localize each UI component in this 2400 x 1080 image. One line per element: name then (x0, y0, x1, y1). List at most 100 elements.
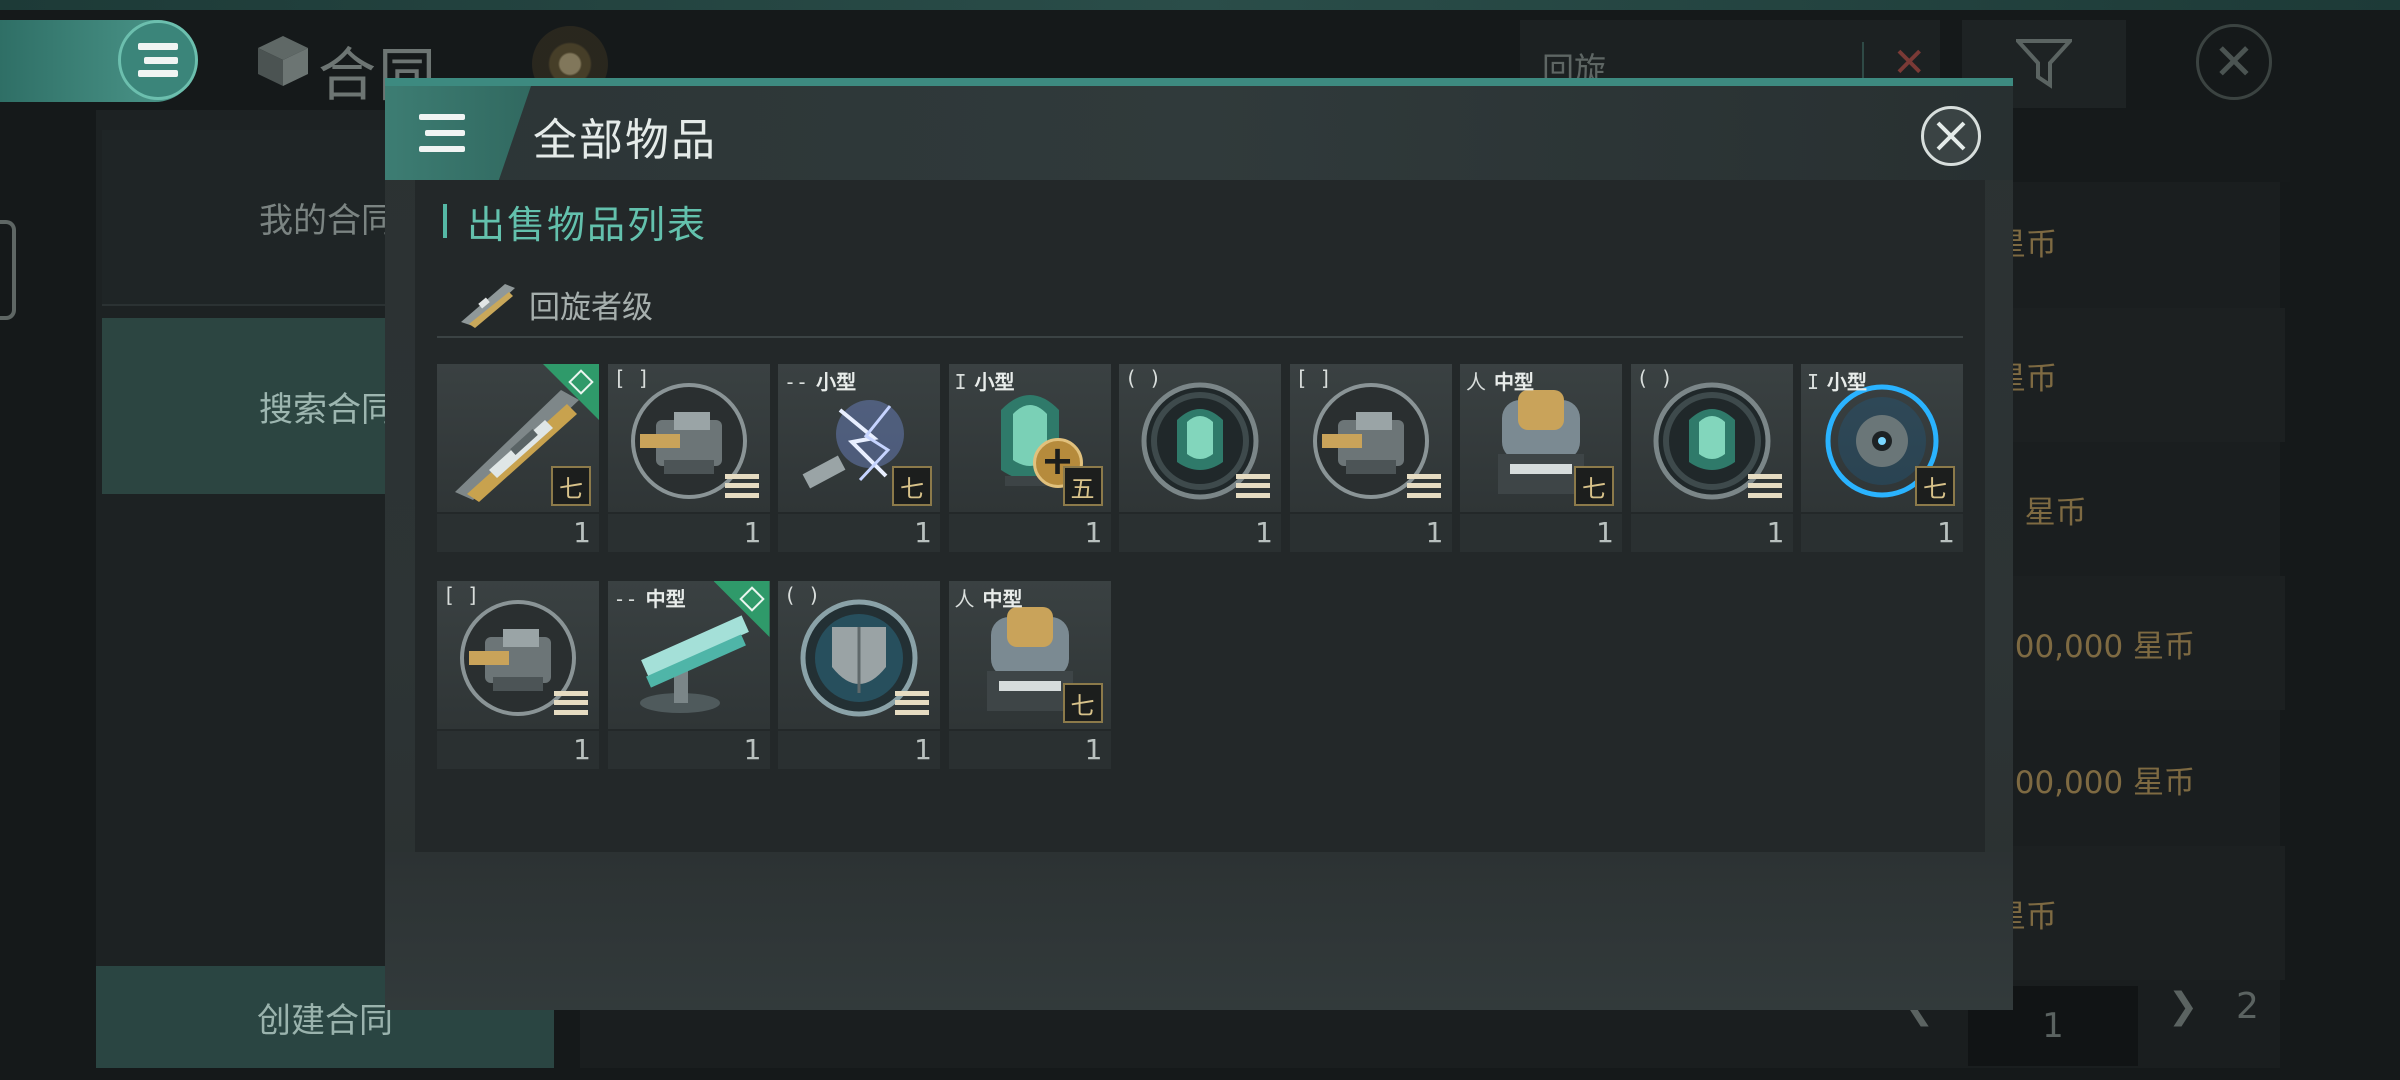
item-card: [ ] (607, 364, 770, 512)
item-card: 人中型七 (948, 581, 1111, 729)
price-cell: 0 星币 (1995, 494, 2087, 531)
item-size: 小型 (816, 370, 857, 394)
item-slot[interactable]: ( ) 1 (1119, 364, 1281, 554)
slot-glyph: I (954, 370, 967, 394)
item-type-tag: 人中型 (1466, 366, 1534, 395)
price-cell: 000,000 星币 (1995, 576, 2285, 710)
item-slot[interactable]: [ ] 1 (437, 581, 599, 771)
background-close-icon[interactable]: ✕ (2196, 24, 2272, 100)
modal-title: 全部物品 (533, 115, 717, 166)
tier-badge: 七 (1062, 683, 1103, 723)
item-card: -- 中型 (607, 581, 770, 729)
item-type-tag: -- 小型 (784, 366, 856, 395)
section-accent-bar (443, 204, 447, 238)
item-type-tag: 人中型 (955, 583, 1023, 612)
item-quantity: 1 (1630, 514, 1793, 552)
tier-badge: 七 (892, 466, 932, 506)
item-slot[interactable]: + I 小型五 1 (948, 364, 1111, 554)
item-slot[interactable]: [ ] 1 (607, 364, 770, 554)
item-quantity: 1 (778, 514, 940, 552)
item-type-tag: I 小型 (1807, 366, 1867, 395)
tier-rank-icon (1745, 466, 1785, 506)
item-size: 小型 (974, 370, 1015, 394)
close-icon[interactable] (1921, 106, 1981, 166)
tier-rank-icon (892, 683, 932, 723)
cube-icon (258, 36, 308, 86)
slot-glyph: I (1807, 370, 1820, 394)
slot-glyph: [ ] (613, 366, 650, 390)
item-slot[interactable]: ( ) 1 (1630, 364, 1793, 554)
section-title: 出售物品列表 (467, 203, 708, 247)
slot-glyph: ( ) (1636, 366, 1673, 390)
tier-rank-icon (551, 683, 591, 723)
side-drawer-handle[interactable] (0, 220, 16, 320)
slot-glyph: ( ) (1125, 366, 1162, 390)
item-card: I 小型七 (1801, 364, 1963, 512)
price-cell: 星币 (1995, 308, 2285, 442)
item-card: 人中型七 (1460, 364, 1622, 512)
slot-glyph: ( ) (784, 583, 821, 607)
all-items-modal: 全部物品 出售物品列表 回旋者级 七 1[ ] 1 -- 小型七 1 + I 小型五 1( ) 1[… (385, 78, 2013, 1010)
total-pages: 2 (2236, 986, 2259, 1027)
item-type-tag: I 小型 (955, 366, 1015, 395)
next-page-icon[interactable]: ❯ (2168, 986, 2198, 1027)
item-card: ( ) (1119, 364, 1281, 512)
ship-name: 回旋者级 (529, 290, 653, 326)
item-quantity: 1 (437, 514, 599, 552)
item-type-tag: -- 中型 (614, 583, 686, 612)
item-quantity: 1 (607, 731, 770, 769)
item-quantity: 1 (1460, 514, 1622, 552)
price-cell: 星币 (1995, 226, 2057, 263)
item-card: 七 (437, 364, 599, 512)
slot-glyph: [ ] (443, 583, 480, 607)
item-slot[interactable]: 人中型七 1 (948, 581, 1111, 771)
item-card: [ ] (437, 581, 599, 729)
items-panel: 出售物品列表 回旋者级 七 1[ ] 1 -- 小型七 1 + I 小型五 1( ) 1[ ] 1 人中… (415, 180, 1985, 852)
item-card: ( ) (1630, 364, 1793, 512)
divider (437, 336, 1963, 338)
item-size: 中型 (645, 587, 686, 611)
item-size: 中型 (982, 587, 1023, 611)
item-type-tag: ( ) (1637, 366, 1681, 390)
item-slot[interactable]: [ ] 1 (1289, 364, 1452, 554)
tier-badge: 五 (1062, 466, 1103, 506)
slot-glyph: 人 (954, 587, 975, 611)
item-type-tag: [ ] (443, 583, 487, 607)
item-size: 中型 (1494, 370, 1534, 394)
tier-rank-icon (722, 466, 762, 506)
ship-icon (461, 284, 515, 328)
slot-glyph: -- (784, 370, 809, 394)
slot-glyph: -- (613, 587, 638, 611)
item-slot[interactable]: -- 中型 1 (607, 581, 770, 771)
tier-badge: 七 (1574, 466, 1614, 506)
item-size: 小型 (1827, 370, 1868, 394)
tier-rank-icon (1404, 466, 1444, 506)
item-slot[interactable]: ( ) 1 (778, 581, 940, 771)
filter-icon (2016, 39, 2072, 89)
item-slot[interactable]: -- 小型七 1 (778, 364, 940, 554)
menu-icon (419, 114, 465, 152)
item-card: [ ] (1289, 364, 1452, 512)
item-card: + I 小型五 (948, 364, 1111, 512)
price-cell: 星币 (1995, 846, 2285, 980)
item-type-tag: [ ] (1296, 366, 1340, 390)
price-cell: 000,000 星币 (1995, 764, 2196, 801)
item-quantity: 1 (1289, 514, 1452, 552)
tier-badge: 七 (1915, 466, 1955, 506)
item-quantity: 1 (437, 731, 599, 769)
slot-glyph: 人 (1466, 370, 1486, 394)
item-quantity: 1 (1119, 514, 1281, 552)
tier-badge: 七 (551, 466, 591, 506)
item-quantity: 1 (1801, 514, 1963, 552)
item-quantity: 1 (607, 514, 770, 552)
menu-icon (138, 43, 178, 77)
item-quantity: 1 (948, 731, 1111, 769)
item-slot[interactable]: I 小型七 1 (1801, 364, 1963, 554)
price-column-header (1990, 110, 2290, 182)
item-slot[interactable]: 七1 (437, 364, 599, 554)
item-card: ( ) (778, 581, 940, 729)
item-slot[interactable]: 人中型七 1 (1460, 364, 1622, 554)
main-menu-button[interactable] (118, 20, 198, 100)
tier-rank-icon (1233, 466, 1273, 506)
cannon-teal-icon (620, 597, 758, 719)
